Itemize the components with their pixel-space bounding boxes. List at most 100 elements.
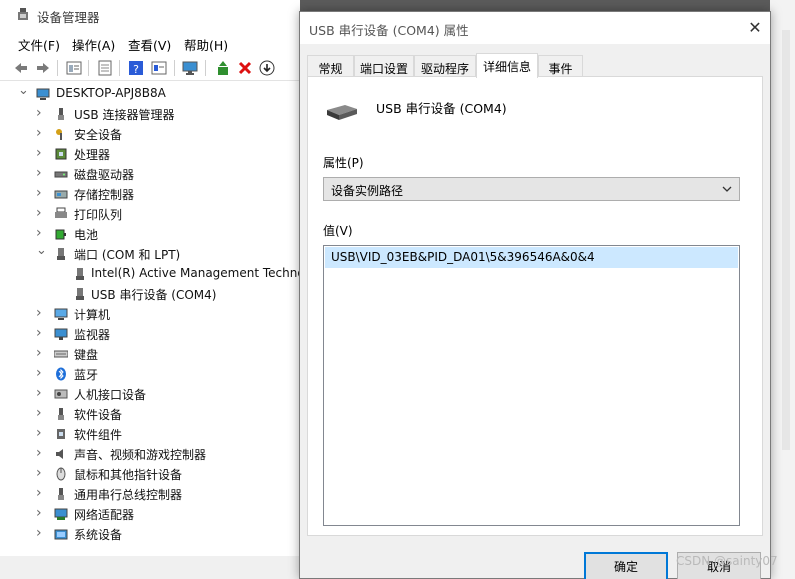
software-device-icon bbox=[58, 408, 64, 420]
hid-icon bbox=[54, 389, 68, 399]
tab-details[interactable]: 详细信息 bbox=[476, 53, 538, 78]
menu-action[interactable]: 操作(A) bbox=[72, 35, 115, 54]
tree-item-label: 端口 (COM 和 LPT) bbox=[74, 248, 181, 262]
dialog-title: USB 串行设备 (COM4) 属性 bbox=[309, 23, 469, 38]
battery-icon bbox=[55, 229, 66, 240]
tree-item[interactable]: › 软件组件 bbox=[12, 424, 300, 444]
chevron-down-icon bbox=[722, 186, 732, 192]
tab-port-settings[interactable]: 端口设置 bbox=[354, 55, 414, 77]
value-text: USB\VID_03EB&PID_DA01\5&396546A&0&4 bbox=[331, 250, 595, 264]
chevron-right-icon[interactable]: › bbox=[36, 506, 46, 520]
menu-bar: 文件(F) 操作(A) 查看(V) 帮助(H) bbox=[0, 32, 300, 54]
tree-child-item[interactable]: USB 串行设备 (COM4) bbox=[12, 284, 300, 304]
chevron-right-icon[interactable]: › bbox=[36, 326, 46, 340]
chevron-right-icon[interactable]: › bbox=[36, 306, 46, 320]
tab-general[interactable]: 常规 bbox=[307, 55, 354, 77]
storage-icon bbox=[54, 190, 68, 199]
value-listbox[interactable]: USB\VID_03EB&PID_DA01\5&396546A&0&4 bbox=[323, 245, 740, 526]
tree-child-item[interactable]: Intel(R) Active Management Technol bbox=[12, 264, 300, 284]
chevron-down-icon[interactable]: ⌄ bbox=[36, 244, 47, 259]
tree-item[interactable]: › 软件设备 bbox=[12, 404, 300, 424]
usb-connector-icon bbox=[58, 108, 64, 120]
chevron-right-icon[interactable]: › bbox=[36, 126, 46, 140]
chevron-right-icon[interactable]: › bbox=[36, 446, 46, 460]
tree-item-label: 软件设备 bbox=[74, 408, 123, 422]
chevron-right-icon[interactable]: › bbox=[36, 146, 46, 160]
tree-item[interactable]: › 存储控制器 bbox=[12, 184, 300, 204]
chevron-right-icon[interactable]: › bbox=[36, 106, 46, 120]
computer-icon bbox=[54, 308, 68, 320]
view-icon[interactable] bbox=[150, 59, 168, 77]
tab-driver[interactable]: 驱动程序 bbox=[414, 55, 476, 77]
tree-item[interactable]: › 磁盘驱动器 bbox=[12, 164, 300, 184]
device-name: USB 串行设备 (COM4) bbox=[376, 101, 507, 116]
tree-item[interactable]: › 网络适配器 bbox=[12, 504, 300, 524]
menu-file[interactable]: 文件(F) bbox=[18, 35, 60, 54]
svg-text:?: ? bbox=[133, 63, 139, 76]
chevron-right-icon[interactable]: › bbox=[36, 386, 46, 400]
tree-item-label: 存储控制器 bbox=[74, 188, 135, 202]
tree-item-label: 键盘 bbox=[74, 348, 99, 362]
tree-root-computer[interactable]: ⌄ DESKTOP-APJ8B8A bbox=[12, 84, 300, 104]
chevron-right-icon[interactable]: › bbox=[36, 186, 46, 200]
key-icon bbox=[56, 129, 62, 140]
tree-item[interactable]: › 安全设备 bbox=[12, 124, 300, 144]
tree-item[interactable]: › 蓝牙 bbox=[12, 364, 300, 384]
tree-item[interactable]: › 鼠标和其他指针设备 bbox=[12, 464, 300, 484]
help-icon[interactable]: ? bbox=[127, 59, 145, 77]
tree-item[interactable]: › 计算机 bbox=[12, 304, 300, 324]
tree-item-label: 软件组件 bbox=[74, 428, 123, 442]
ok-button[interactable]: 确定 bbox=[584, 552, 668, 579]
tree-item[interactable]: › 声音、视频和游戏控制器 bbox=[12, 444, 300, 464]
download-icon[interactable] bbox=[258, 59, 276, 77]
properties-grid-icon[interactable] bbox=[65, 59, 83, 77]
details-tab-page: USB 串行设备 (COM4) 属性(P) 设备实例路径 值(V) USB\VI… bbox=[307, 76, 763, 536]
chevron-right-icon[interactable]: › bbox=[36, 346, 46, 360]
tree-item[interactable]: › 电池 bbox=[12, 224, 300, 244]
tree-item-label: 人机接口设备 bbox=[74, 388, 147, 402]
tree-item[interactable]: › USB 连接器管理器 bbox=[12, 104, 300, 124]
chevron-right-icon[interactable]: › bbox=[36, 366, 46, 380]
chevron-right-icon[interactable]: › bbox=[36, 166, 46, 180]
property-dropdown[interactable]: 设备实例路径 bbox=[323, 177, 740, 201]
tree-item[interactable]: › 监视器 bbox=[12, 324, 300, 344]
tree-item[interactable]: › 系统设备 bbox=[12, 524, 300, 544]
dialog-titlebar: USB 串行设备 (COM4) 属性 ✕ bbox=[300, 12, 770, 44]
value-label: 值(V) bbox=[323, 224, 353, 238]
serial-device-icon bbox=[76, 268, 84, 280]
chevron-down-icon[interactable]: ⌄ bbox=[18, 84, 29, 99]
tab-strip: 常规 端口设置 驱动程序 详细信息 事件 bbox=[307, 53, 763, 78]
chevron-right-icon[interactable]: › bbox=[36, 406, 46, 420]
uninstall-x-icon[interactable] bbox=[236, 59, 254, 77]
tree-item[interactable]: › 通用串行总线控制器 bbox=[12, 484, 300, 504]
tree-item-label: 安全设备 bbox=[74, 128, 123, 142]
desktop-background-right bbox=[770, 0, 795, 579]
chevron-right-icon[interactable]: › bbox=[36, 426, 46, 440]
tree-item[interactable]: ⌄ 端口 (COM 和 LPT) bbox=[12, 244, 300, 264]
chevron-right-icon[interactable]: › bbox=[36, 526, 46, 540]
tree-item-label: 声音、视频和游戏控制器 bbox=[74, 448, 207, 462]
tree-item[interactable]: › 打印队列 bbox=[12, 204, 300, 224]
tree-item[interactable]: › 处理器 bbox=[12, 144, 300, 164]
menu-view[interactable]: 查看(V) bbox=[128, 35, 171, 54]
update-driver-icon[interactable] bbox=[214, 59, 232, 77]
software-component-icon bbox=[57, 429, 65, 439]
back-arrow-icon[interactable] bbox=[12, 59, 30, 77]
tree-item[interactable]: › 键盘 bbox=[12, 344, 300, 364]
tab-events[interactable]: 事件 bbox=[538, 55, 583, 77]
list-item[interactable]: USB\VID_03EB&PID_DA01\5&396546A&0&4 bbox=[325, 247, 738, 268]
tree-item[interactable]: › 人机接口设备 bbox=[12, 384, 300, 404]
menu-help[interactable]: 帮助(H) bbox=[184, 35, 228, 54]
properties-dialog: USB 串行设备 (COM4) 属性 ✕ 常规 端口设置 驱动程序 详细信息 事… bbox=[299, 11, 771, 579]
monitor-icon[interactable] bbox=[181, 59, 199, 77]
tree-item-label: Intel(R) Active Management Technol bbox=[91, 266, 300, 280]
device-manager-titlebar: 设备管理器 bbox=[0, 0, 300, 30]
chevron-right-icon[interactable]: › bbox=[36, 206, 46, 220]
chevron-right-icon[interactable]: › bbox=[36, 226, 46, 240]
close-icon[interactable]: ✕ bbox=[744, 17, 766, 39]
document-icon[interactable] bbox=[96, 59, 114, 77]
chevron-right-icon[interactable]: › bbox=[36, 486, 46, 500]
chevron-right-icon[interactable]: › bbox=[36, 466, 46, 480]
toolbar: ? bbox=[0, 55, 300, 81]
forward-arrow-icon[interactable] bbox=[34, 59, 52, 77]
